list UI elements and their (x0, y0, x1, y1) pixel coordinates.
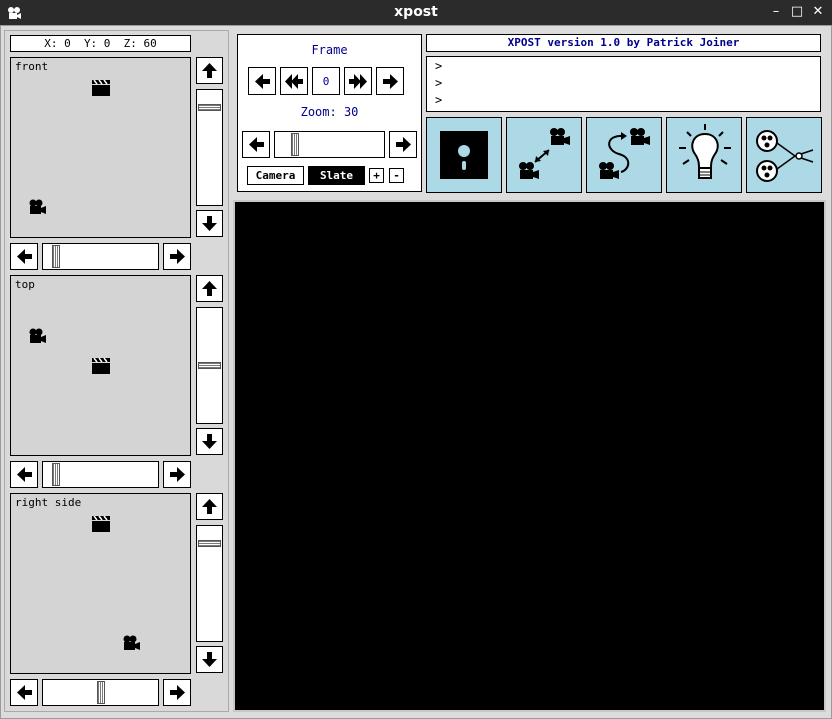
film-reel-scissors-icon (756, 130, 814, 182)
right-horizontal-track[interactable] (42, 679, 159, 706)
floppy-disk-icon (440, 131, 488, 179)
lighting-button[interactable] (666, 117, 742, 193)
right-vertical-thumb[interactable] (198, 540, 221, 547)
frame-last-button[interactable] (376, 67, 404, 95)
light-bulb-icon (679, 124, 731, 179)
console-line: > (435, 59, 443, 73)
front-scroll-down-button[interactable] (196, 210, 223, 237)
window-title: xpost (394, 4, 438, 20)
slate-icon[interactable] (92, 79, 110, 100)
zoom-slider-thumb[interactable] (291, 133, 299, 156)
slate-mode-button[interactable]: Slate (308, 166, 365, 185)
right-horizontal-thumb[interactable] (97, 681, 105, 704)
minus-label: - (393, 169, 400, 182)
front-scroll-up-button[interactable] (196, 57, 223, 84)
coordinate-text: X: 0 Y: 0 Z: 60 (44, 37, 157, 50)
top-horizontal-track[interactable] (42, 461, 159, 488)
version-text: XPOST version 1.0 by Patrick Joiner (507, 36, 740, 49)
top-scroll-left-button[interactable] (10, 461, 38, 488)
console-line: > (435, 93, 443, 107)
camera-path-icon (599, 128, 650, 179)
close-icon[interactable]: ✕ (810, 4, 826, 20)
console-line: > (435, 76, 443, 90)
minimize-icon[interactable]: – (768, 4, 784, 20)
camera-icon[interactable] (28, 328, 46, 348)
frame-number-field[interactable]: 0 (312, 67, 340, 95)
right-side-view-label: right side (15, 496, 82, 509)
frame-first-button[interactable] (248, 67, 276, 95)
zoom-increase-button[interactable] (389, 131, 417, 158)
right-scroll-left-button[interactable] (10, 679, 38, 706)
zoom-decrease-button[interactable] (242, 131, 270, 158)
front-vertical-track[interactable] (196, 89, 223, 206)
slate-mode-label: Slate (319, 169, 354, 182)
render-canvas[interactable] (233, 200, 826, 712)
film-edit-button[interactable] (746, 117, 822, 193)
camera-move-icon (519, 128, 570, 179)
right-side-view[interactable]: right side (10, 493, 191, 674)
front-horizontal-track[interactable] (42, 243, 159, 270)
slate-icon[interactable] (92, 515, 110, 536)
top-scroll-right-button[interactable] (163, 461, 191, 488)
right-vertical-track[interactable] (196, 525, 223, 642)
camera-icon[interactable] (122, 635, 140, 655)
frame-label: Frame (311, 43, 348, 57)
top-vertical-thumb[interactable] (198, 362, 221, 369)
maximize-icon[interactable]: □ (789, 4, 805, 20)
top-scroll-up-button[interactable] (196, 275, 223, 302)
version-header: XPOST version 1.0 by Patrick Joiner (426, 34, 821, 52)
camera-path-button[interactable] (586, 117, 662, 193)
frame-rewind-button[interactable] (280, 67, 308, 95)
slate-icon[interactable] (92, 357, 110, 378)
front-horizontal-thumb[interactable] (52, 245, 60, 268)
title-bar: xpost – □ ✕ (0, 0, 832, 25)
right-scroll-right-button[interactable] (163, 679, 191, 706)
top-view[interactable]: top (10, 275, 191, 456)
front-scroll-left-button[interactable] (10, 243, 38, 270)
zoom-slider-track[interactable] (274, 131, 385, 158)
front-scroll-right-button[interactable] (163, 243, 191, 270)
camera-mode-button[interactable]: Camera (247, 166, 304, 185)
minus-button[interactable]: - (389, 168, 404, 183)
camera-move-button[interactable] (506, 117, 582, 193)
top-vertical-track[interactable] (196, 307, 223, 424)
console-output[interactable]: > > > (426, 56, 821, 112)
plus-button[interactable]: + (369, 168, 384, 183)
right-scroll-down-button[interactable] (196, 646, 223, 673)
zoom-label: Zoom: 30 (300, 105, 359, 119)
coordinate-readout: X: 0 Y: 0 Z: 60 (10, 35, 191, 52)
top-view-label: top (15, 278, 35, 291)
frame-control-panel: Frame 0 Zoom: 30 Camera Slate + - (237, 34, 422, 192)
top-scroll-down-button[interactable] (196, 428, 223, 455)
camera-icon[interactable] (28, 199, 46, 219)
front-view-label: front (15, 60, 49, 73)
front-view[interactable]: front (10, 57, 191, 238)
frame-forward-button[interactable] (344, 67, 372, 95)
frame-number: 0 (322, 74, 330, 88)
top-horizontal-thumb[interactable] (52, 463, 60, 486)
save-button[interactable] (426, 117, 502, 193)
plus-label: + (373, 169, 380, 182)
camera-mode-label: Camera (255, 169, 296, 182)
right-scroll-up-button[interactable] (196, 493, 223, 520)
front-vertical-thumb[interactable] (198, 104, 221, 111)
